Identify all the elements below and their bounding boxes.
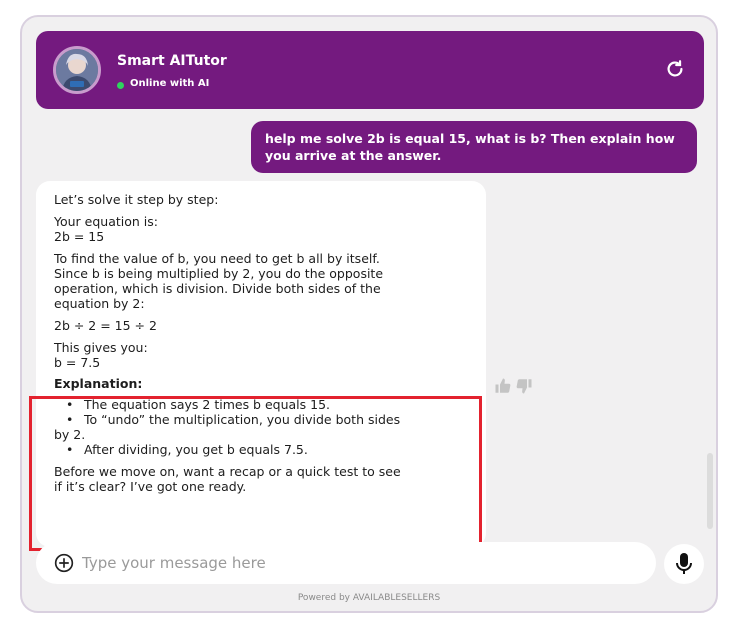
tutor-avatar-icon bbox=[53, 46, 101, 94]
microphone-icon bbox=[676, 553, 692, 574]
explanation-heading: Explanation: bbox=[54, 376, 143, 391]
chat-scrollbar[interactable] bbox=[707, 453, 713, 529]
message-input-bar bbox=[36, 542, 656, 584]
bot-para-line: Since b is being multiplied by 2, you do… bbox=[54, 266, 384, 281]
refresh-icon bbox=[667, 60, 683, 77]
explanation-list: • The equation says 2 times b equals 15. … bbox=[54, 397, 486, 457]
list-item-continuation: by 2. bbox=[54, 427, 86, 442]
thumbs-up-icon[interactable] bbox=[494, 377, 512, 395]
bot-closing-line: if it’s clear? I’ve got one ready. bbox=[54, 479, 247, 494]
user-message-bubble: help me solve 2b is equal 15, what is b?… bbox=[251, 121, 697, 173]
chat-widget: Smart AITutor Online with AI help me sol… bbox=[20, 15, 718, 613]
bot-intro: Let’s solve it step by step: bbox=[54, 192, 219, 207]
bot-eq-label: Your equation is: bbox=[54, 214, 158, 229]
feedback-buttons bbox=[494, 377, 533, 395]
bot-eq: 2b = 15 bbox=[54, 229, 105, 244]
thumbs-down-icon[interactable] bbox=[515, 377, 533, 395]
chat-header: Smart AITutor Online with AI bbox=[36, 31, 704, 109]
bot-para-line: To find the value of b, you need to get … bbox=[54, 251, 380, 266]
plus-circle-icon[interactable] bbox=[54, 553, 74, 573]
refresh-button[interactable] bbox=[664, 58, 686, 80]
message-input[interactable] bbox=[82, 550, 642, 576]
list-item: • The equation says 2 times b equals 15. bbox=[66, 397, 331, 412]
bot-para-line: equation by 2: bbox=[54, 296, 145, 311]
bot-message-bubble: Let’s solve it step by step: Your equati… bbox=[36, 181, 486, 547]
bot-closing-line: Before we move on, want a recap or a qui… bbox=[54, 464, 401, 479]
online-status-text: Online with AI bbox=[130, 78, 210, 89]
bot-result: b = 7.5 bbox=[54, 355, 101, 370]
bot-gives: This gives you: bbox=[54, 340, 148, 355]
list-item: • After dividing, you get b equals 7.5. bbox=[66, 442, 308, 457]
bot-division: 2b ÷ 2 = 15 ÷ 2 bbox=[54, 318, 157, 333]
bot-para-line: operation, which is division. Divide bot… bbox=[54, 281, 381, 296]
powered-by-footer: Powered by AVAILABLESELLERS bbox=[297, 593, 441, 603]
chat-title: Smart AITutor bbox=[117, 53, 227, 69]
list-item: • To “undo” the multiplication, you divid… bbox=[66, 412, 401, 427]
microphone-button[interactable] bbox=[664, 544, 704, 584]
online-status-dot bbox=[117, 82, 124, 89]
